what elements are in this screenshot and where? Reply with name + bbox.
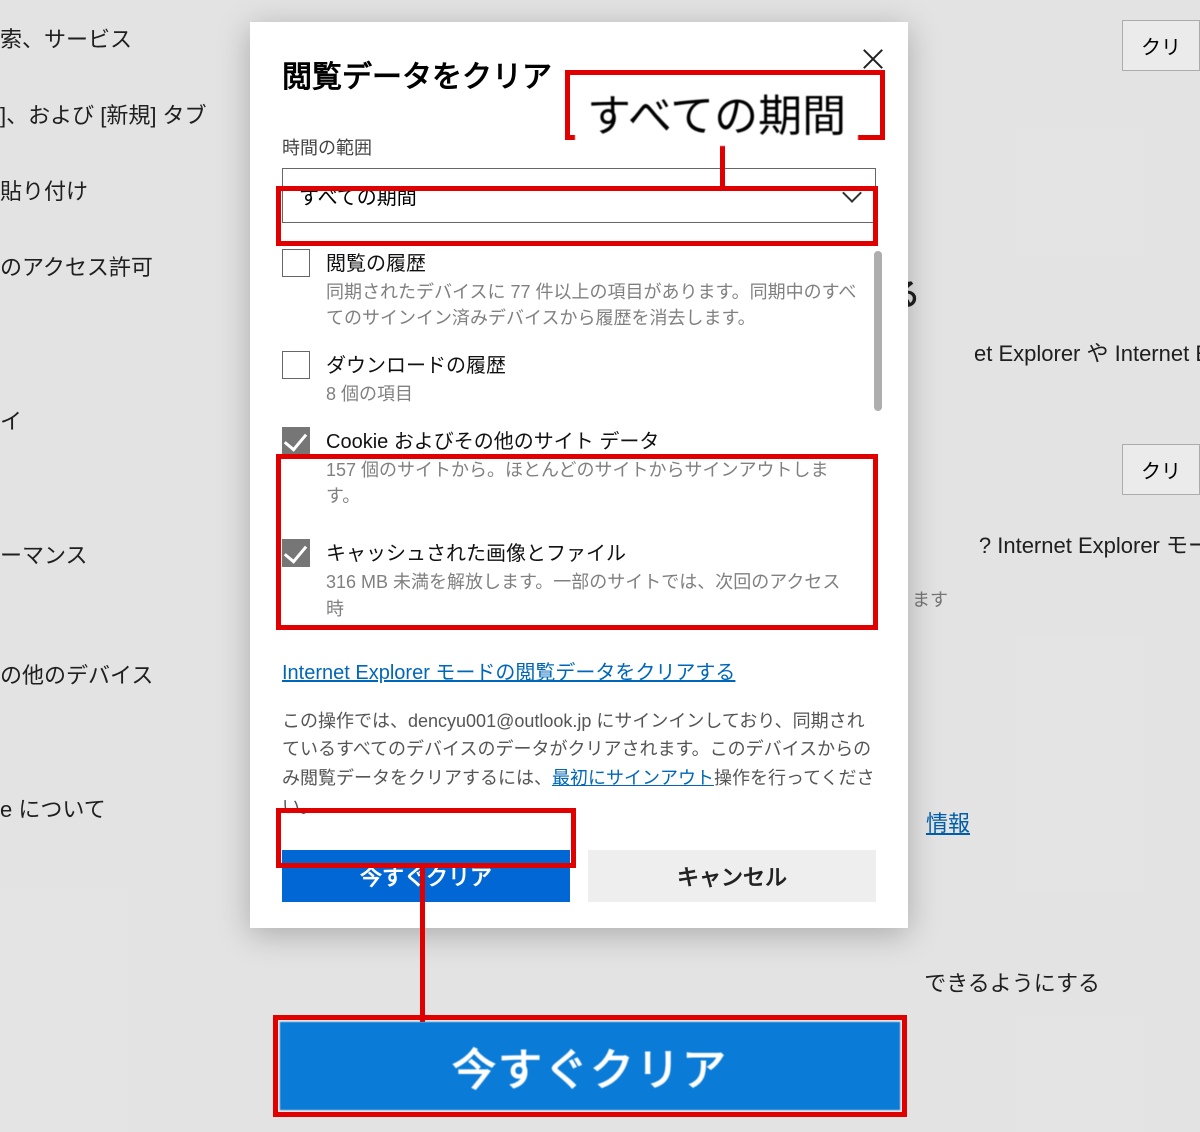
close-icon[interactable] [858, 44, 888, 74]
sidebar-item[interactable]: ーマンス [0, 516, 220, 592]
list-item: 閲覧の履歴 同期されたデバイスに 77 件以上の項目があります。同期中のすべての… [282, 247, 876, 331]
clear-browsing-data-dialog: 閲覧データをクリア 時間の範囲 すべての期間 閲覧の履歴 同期されたデバイスに … [250, 22, 908, 928]
bg-text: できるようにする [924, 966, 1100, 998]
select-value: すべての期間 [299, 181, 417, 210]
item-desc: 157 個のサイトから。ほとんどのサイトからサインアウトします。 [326, 457, 858, 509]
bg-text: et Explorer や Internet E [974, 336, 1200, 368]
scrollbar[interactable] [874, 251, 882, 411]
sidebar-item[interactable]: 貼り付け [0, 152, 220, 228]
clear-now-button[interactable]: 今すぐクリア [282, 850, 570, 902]
chevron-down-icon [842, 183, 862, 203]
annotation-connector [720, 140, 725, 190]
sidebar-item[interactable]: ]、および [新規] タブ [0, 76, 220, 152]
bg-text: ます [912, 586, 948, 612]
clear-button-bg[interactable]: クリ [1122, 444, 1200, 495]
clear-ie-mode-link[interactable]: Internet Explorer モードの閲覧データをクリアする [282, 656, 735, 685]
data-type-list: 閲覧の履歴 同期されたデバイスに 77 件以上の項目があります。同期中のすべての… [282, 247, 876, 622]
sign-out-first-link[interactable]: 最初にサインアウト [552, 768, 714, 788]
callout-clear-now: 今すぐクリア [280, 1022, 900, 1110]
cancel-button[interactable]: キャンセル [588, 850, 876, 902]
list-item: Cookie およびその他のサイト データ 157 個のサイトから。ほとんどのサ… [282, 425, 876, 509]
sync-warning: この操作では、dencyu001@outlook.jp にサインインしており、同… [282, 707, 876, 822]
item-desc: 同期されたデバイスに 77 件以上の項目があります。同期中のすべてのサインイン済… [326, 279, 858, 331]
bg-text: ? Internet Explorer モー [979, 528, 1200, 560]
checkbox-cached-images[interactable] [282, 539, 310, 567]
callout-time-range: すべての期間 [575, 78, 858, 146]
sidebar-item[interactable]: e について [0, 770, 220, 846]
settings-sidebar: 索、サービス ]、および [新規] タブ 貼り付け のアクセス許可 イ ーマンス… [0, 0, 220, 1132]
item-title: Cookie およびその他のサイト データ [326, 425, 858, 454]
list-item: キャッシュされた画像とファイル 316 MB 未満を解放します。一部のサイトでは… [282, 537, 876, 621]
sidebar-item[interactable]: のアクセス許可 [0, 228, 220, 304]
item-title: 閲覧の履歴 [326, 247, 858, 276]
time-range-select[interactable]: すべての期間 [282, 168, 876, 223]
checkbox-browsing-history[interactable] [282, 249, 310, 277]
item-title: キャッシュされた画像とファイル [326, 537, 858, 566]
clear-button-bg[interactable]: クリ [1122, 20, 1200, 71]
info-link[interactable]: 情報 [926, 806, 970, 838]
checkbox-cookies[interactable] [282, 427, 310, 455]
annotation-connector [420, 868, 425, 1022]
sidebar-item[interactable]: 索、サービス [0, 0, 220, 76]
sidebar-item[interactable]: の他のデバイス [0, 636, 220, 712]
checkbox-download-history[interactable] [282, 351, 310, 379]
item-desc: 316 MB 未満を解放します。一部のサイトでは、次回のアクセス時 [326, 569, 858, 621]
sidebar-item[interactable]: イ [0, 382, 220, 458]
item-desc: 8 個の項目 [326, 381, 506, 407]
list-item: ダウンロードの履歴 8 個の項目 [282, 349, 876, 407]
item-title: ダウンロードの履歴 [326, 349, 506, 378]
